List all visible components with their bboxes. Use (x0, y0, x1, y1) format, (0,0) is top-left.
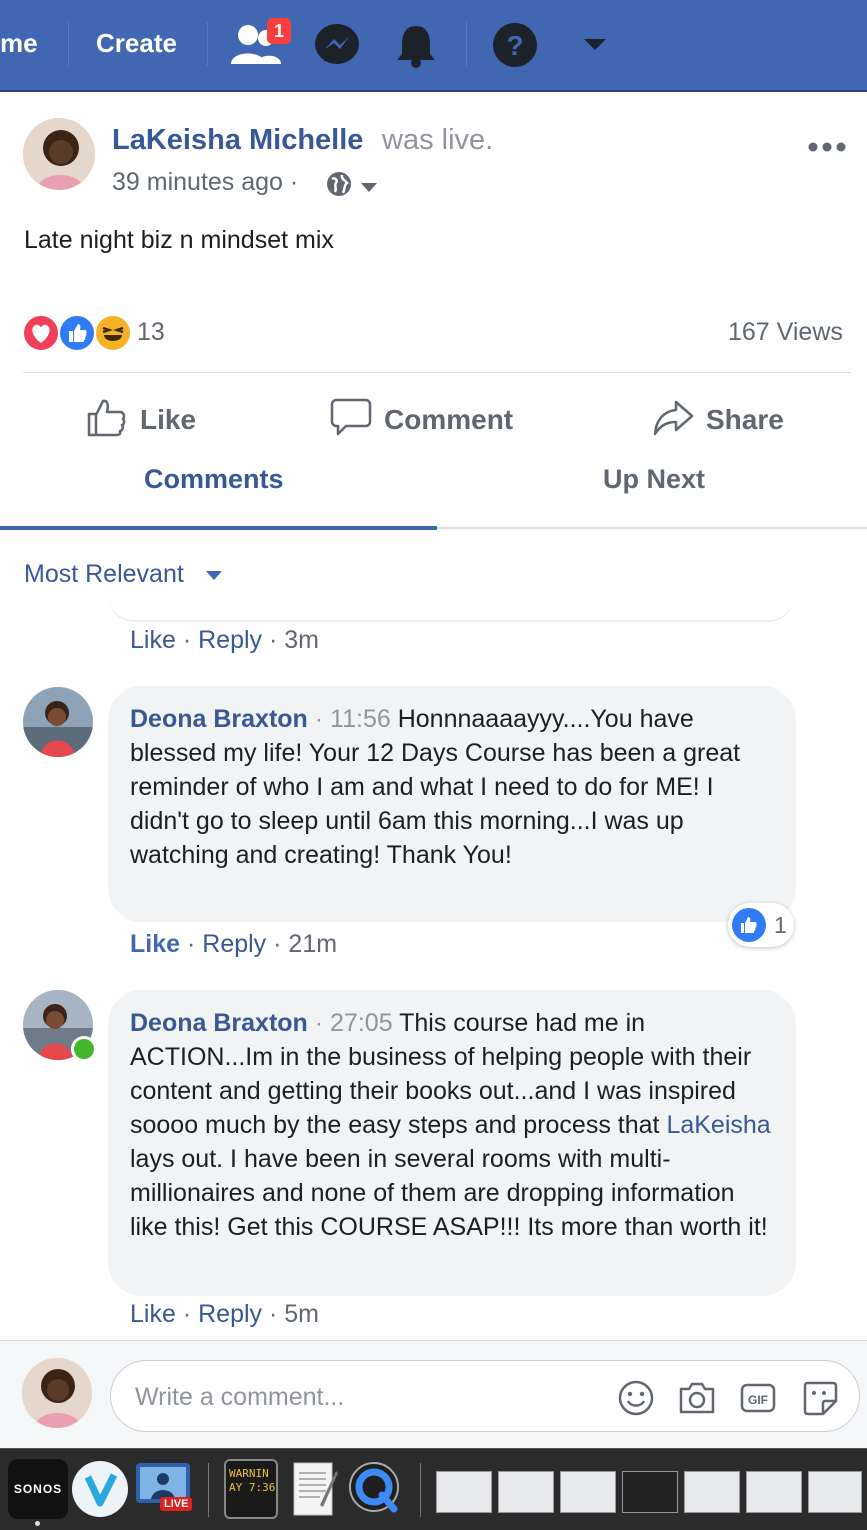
comment-button[interactable]: Comment (330, 396, 513, 444)
haha-reaction-icon (94, 314, 132, 352)
comment-actions: Like · Reply · 21m (130, 930, 338, 958)
minimized-window-thumbnail[interactable] (808, 1471, 862, 1513)
nav-divider (68, 22, 69, 66)
mention-link[interactable]: LaKeisha (666, 1111, 770, 1139)
svg-text:GIF: GIF (748, 1393, 768, 1407)
commenter-name[interactable]: Deona Braxton (130, 705, 308, 733)
gif-icon[interactable]: GIF (739, 1379, 777, 1417)
comment-time[interactable]: 5m (284, 1300, 319, 1328)
tab-up-next[interactable]: Up Next (603, 464, 705, 495)
like-count-value: 1 (774, 911, 787, 938)
live-badge: LIVE (160, 1497, 193, 1511)
comment-like-link[interactable]: Like (130, 1300, 176, 1328)
share-arrow-icon (652, 396, 694, 445)
tab-active-indicator (0, 526, 437, 530)
macos-dock: SONOS LIVE WARNIN AY 7:36 (0, 1448, 867, 1530)
comment-sort-dropdown[interactable]: Most Relevant (24, 560, 184, 589)
author-avatar[interactable] (23, 118, 95, 190)
minimized-window-thumbnail[interactable] (684, 1471, 740, 1513)
current-user-avatar (22, 1358, 92, 1428)
previous-comment-bubble (108, 596, 794, 622)
svg-text:?: ? (506, 30, 523, 61)
sort-chevron-down-icon[interactable] (206, 571, 222, 580)
minimized-window-thumbnail[interactable] (560, 1471, 616, 1513)
audience-chevron-down-icon[interactable] (360, 180, 378, 198)
comment-reply-link[interactable]: Reply (198, 1300, 262, 1328)
comment-like-link[interactable]: Like (130, 626, 176, 654)
top-navigation-bar: me Create 1 ? (0, 0, 867, 92)
comment-reply-link[interactable]: Reply (202, 930, 266, 958)
reaction-count[interactable]: 13 (137, 318, 165, 347)
help-icon[interactable]: ? (488, 18, 542, 72)
post-timestamp[interactable]: 39 minutes ago · (112, 168, 298, 197)
share-button[interactable]: Share (652, 396, 784, 444)
more-options-icon[interactable] (808, 128, 846, 160)
commenter-avatar[interactable] (23, 687, 93, 757)
camera-icon[interactable] (677, 1379, 715, 1417)
notifications-bell-icon[interactable] (389, 18, 443, 72)
comment-bubble: Deona Braxton · 27:05 This course had me… (108, 990, 796, 1296)
like-reaction-icon (58, 314, 96, 352)
comment-bubble: Deona Braxton · 11:56 Honnnaaaayyy....Yo… (108, 686, 796, 922)
running-app-indicator (35, 1521, 40, 1526)
love-reaction-icon (22, 314, 60, 352)
comment-like-link[interactable]: Like (130, 930, 180, 958)
commenter-name[interactable]: Deona Braxton (130, 1009, 308, 1037)
comment-video-timestamp[interactable]: 27:05 (330, 1009, 393, 1037)
emoji-icon[interactable] (617, 1379, 655, 1417)
dock-divider (208, 1463, 209, 1517)
console-app-icon[interactable]: WARNIN AY 7:36 (224, 1459, 278, 1519)
divider (23, 372, 851, 373)
comment-reply-link[interactable]: Reply (198, 626, 262, 654)
sonos-app-label: SONOS (13, 1482, 63, 1496)
dock-divider (420, 1463, 421, 1517)
comment-video-timestamp[interactable]: 11:56 (330, 705, 391, 733)
comment-actions: Like · Reply · 5m (130, 1300, 319, 1328)
sonos-app-icon[interactable]: SONOS (8, 1459, 68, 1519)
previous-comment-actions: Like · Reply · 3m (130, 626, 319, 654)
messenger-icon[interactable] (310, 18, 364, 72)
share-button-label: Share (706, 404, 784, 435)
comment-like-count[interactable]: 1 (728, 903, 794, 947)
minimized-window-thumbnail[interactable] (746, 1471, 802, 1513)
comment-time[interactable]: 3m (284, 626, 319, 654)
comment-input-placeholder: Write a comment... (135, 1383, 345, 1411)
minimized-window-thumbnail[interactable] (436, 1471, 492, 1513)
like-button-label: Like (140, 404, 197, 435)
home-link[interactable]: me (0, 28, 38, 59)
like-button[interactable]: Like (86, 396, 196, 444)
quicktime-app-icon[interactable] (348, 1459, 402, 1519)
comment-time[interactable]: 21m (288, 930, 337, 958)
post-author-name[interactable]: LaKeisha Michelle (112, 124, 363, 157)
minimized-window-thumbnail[interactable] (498, 1471, 554, 1513)
comment-bubble-icon (330, 396, 372, 445)
sticker-icon[interactable] (801, 1379, 839, 1417)
vimeo-app-icon[interactable] (70, 1459, 130, 1519)
minimized-window-thumbnail[interactable] (622, 1471, 678, 1513)
create-link[interactable]: Create (96, 28, 177, 59)
comment-input[interactable]: Write a comment... GIF (110, 1360, 860, 1432)
live-streaming-app-icon[interactable]: LIVE (134, 1459, 194, 1521)
textedit-app-icon[interactable] (290, 1459, 340, 1519)
view-count: 167 Views (728, 318, 843, 346)
post-action-text: was live. (382, 124, 494, 156)
post-text: Late night biz n mindset mix (24, 226, 334, 254)
online-status-indicator (71, 1036, 97, 1062)
nav-divider (207, 22, 208, 66)
nav-divider (466, 22, 467, 66)
comment-button-label: Comment (384, 404, 514, 435)
tab-comments[interactable]: Comments (144, 464, 284, 495)
thumbs-up-icon (86, 396, 128, 445)
account-menu-chevron-down-icon[interactable] (568, 18, 622, 72)
comment-text-continued: lays out. I have been in several rooms w… (130, 1145, 768, 1241)
friend-requests-badge: 1 (267, 18, 291, 44)
reactions-summary[interactable] (22, 314, 132, 352)
like-reaction-icon (732, 908, 766, 942)
globe-icon (326, 171, 352, 202)
